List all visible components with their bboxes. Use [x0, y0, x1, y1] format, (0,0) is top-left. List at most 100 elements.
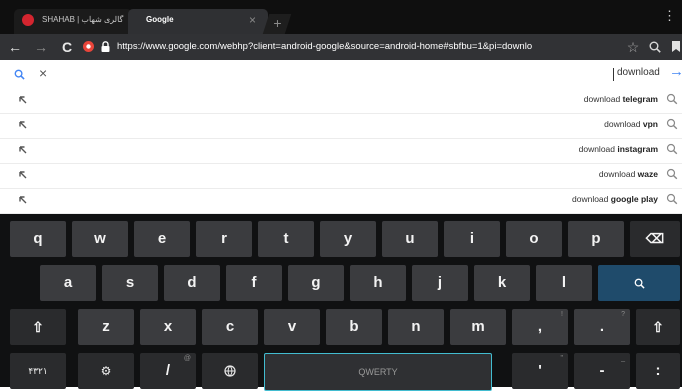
language-key[interactable] [202, 353, 258, 389]
key-t[interactable]: t [258, 221, 314, 257]
key-r[interactable]: r [196, 221, 252, 257]
search-icon [14, 69, 25, 80]
search-icon [666, 168, 678, 180]
key-hint: @ [183, 355, 191, 362]
suggestion-text: download telegram [583, 94, 658, 104]
suggestion-item[interactable]: download vpn [0, 113, 682, 139]
key-dash[interactable]: - _ [574, 353, 630, 389]
suggestion-text: download vpn [604, 119, 658, 129]
arrow-up-left-icon [19, 146, 27, 154]
globe-icon [224, 365, 236, 377]
plus-icon: + [273, 15, 282, 31]
key-c[interactable]: c [202, 309, 258, 345]
site-favicon [22, 14, 34, 26]
arrow-up-left-icon [19, 121, 27, 129]
suggestion-item[interactable]: download google play [0, 188, 682, 214]
lock-icon [99, 34, 111, 60]
key-z[interactable]: z [78, 309, 134, 345]
clear-icon[interactable]: × [39, 65, 47, 81]
symbols-key[interactable]: ۴۳۲۱ [10, 353, 66, 389]
bookmark-icon[interactable] [669, 34, 682, 60]
omnibox-row: × download → [0, 60, 682, 89]
key-n[interactable]: n [388, 309, 444, 345]
key-hint: ? [621, 311, 625, 318]
suggestion-item[interactable]: download waze [0, 163, 682, 189]
suggestion-text: download waze [598, 169, 658, 179]
key-hint: " [560, 355, 564, 362]
key-w[interactable]: w [72, 221, 128, 257]
key-slash[interactable]: / @ [140, 353, 196, 389]
key-y[interactable]: y [320, 221, 376, 257]
key-f[interactable]: f [226, 265, 282, 301]
search-icon [666, 93, 678, 105]
forward-button[interactable]: → [30, 34, 52, 60]
url-bar[interactable]: https://www.google.com/webhp?client=andr… [117, 34, 532, 60]
key-period[interactable]: . ? [574, 309, 630, 345]
tab-strip: SHAHAB | گالری شهاب Google × + ⋮ [0, 0, 682, 34]
space-key[interactable]: QWERTY [264, 353, 492, 391]
on-screen-keyboard: q w e r t y u i o p ⌫ a s d f g h j k l … [0, 214, 682, 391]
arrow-up-left-icon [19, 196, 27, 204]
key-label: / [165, 362, 171, 379]
key-d[interactable]: d [164, 265, 220, 301]
search-icon [666, 193, 678, 205]
suggestion-item[interactable]: download telegram [0, 88, 682, 114]
key-u[interactable]: u [382, 221, 438, 257]
star-icon[interactable]: ☆ [625, 34, 641, 60]
go-arrow-icon[interactable]: → [669, 63, 682, 80]
reload-button[interactable]: C [58, 34, 76, 60]
key-h[interactable]: h [350, 265, 406, 301]
key-apostrophe[interactable]: ' " [512, 353, 568, 389]
key-label: - [599, 362, 605, 379]
arrow-up-left-icon [19, 96, 27, 104]
key-label: ' [538, 362, 542, 379]
overflow-menu-icon[interactable]: ⋮ [663, 9, 676, 22]
key-q[interactable]: q [10, 221, 66, 257]
search-icon[interactable] [647, 34, 663, 60]
key-k[interactable]: k [474, 265, 530, 301]
search-icon [634, 278, 645, 289]
tab-google[interactable]: Google × [128, 9, 268, 34]
new-tab-button[interactable]: + [262, 14, 292, 34]
shift-key-left[interactable]: ⇧ [10, 309, 66, 345]
key-b[interactable]: b [326, 309, 382, 345]
suggestion-list: download telegram download vpn download … [0, 88, 682, 214]
key-hint: ! [561, 311, 563, 318]
browser-toolbar: ← → C https://www.google.com/webhp?clien… [0, 34, 682, 60]
tab-shahab[interactable]: SHAHAB | گالری شهاب [14, 9, 132, 34]
key-p[interactable]: p [568, 221, 624, 257]
search-icon [666, 118, 678, 130]
settings-key[interactable]: ⚙ [78, 353, 134, 389]
backspace-key[interactable]: ⌫ [630, 221, 680, 257]
close-tab-icon[interactable]: × [249, 13, 256, 27]
shift-key-right[interactable]: ⇧ [636, 309, 680, 345]
key-label: . [599, 318, 605, 335]
key-l[interactable]: l [536, 265, 592, 301]
key-g[interactable]: g [288, 265, 344, 301]
suggestion-item[interactable]: download instagram [0, 138, 682, 164]
key-i[interactable]: i [444, 221, 500, 257]
key-comma[interactable]: , ! [512, 309, 568, 345]
key-x[interactable]: x [140, 309, 196, 345]
key-e[interactable]: e [134, 221, 190, 257]
tab-title: SHAHAB | گالری شهاب [42, 15, 124, 24]
back-button[interactable]: ← [4, 34, 26, 60]
site-info-icon[interactable] [81, 34, 95, 60]
search-key[interactable] [598, 265, 680, 301]
text-cursor [613, 68, 614, 81]
suggestion-text: download instagram [578, 144, 658, 154]
key-o[interactable]: o [506, 221, 562, 257]
key-v[interactable]: v [264, 309, 320, 345]
suggestion-text: download google play [572, 194, 658, 204]
key-m[interactable]: m [450, 309, 506, 345]
search-input[interactable]: download [617, 67, 660, 78]
key-a[interactable]: a [40, 265, 96, 301]
search-icon [666, 143, 678, 155]
arrow-up-left-icon [19, 171, 27, 179]
key-s[interactable]: s [102, 265, 158, 301]
key-colon[interactable]: : [636, 353, 680, 389]
key-label: , [537, 318, 543, 335]
key-j[interactable]: j [412, 265, 468, 301]
key-hint: _ [621, 355, 625, 362]
tab-title: Google [146, 15, 174, 24]
